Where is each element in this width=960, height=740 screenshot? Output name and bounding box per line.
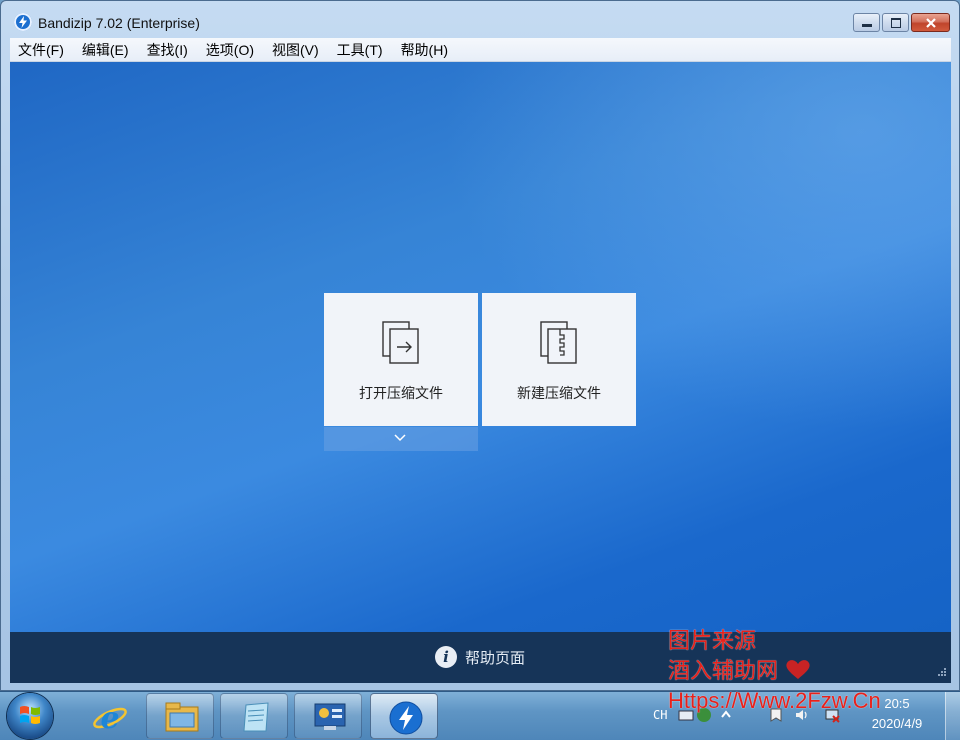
bandizip-icon: [389, 701, 423, 735]
title-bar[interactable]: Bandizip 7.02 (Enterprise): [1, 1, 959, 37]
notepad-icon: [243, 702, 269, 732]
minimize-button[interactable]: [853, 13, 880, 32]
menu-find[interactable]: 查找(I): [138, 39, 197, 61]
open-archive-label: 打开压缩文件: [359, 385, 443, 401]
close-icon: [926, 18, 936, 28]
show-desktop-button[interactable]: [945, 692, 960, 740]
svg-text:e: e: [100, 701, 119, 735]
taskbar-control-panel[interactable]: [294, 693, 362, 739]
open-archive-icon: [382, 321, 419, 364]
watermark-site-name: 酒入辅助网: [668, 658, 779, 683]
menu-help[interactable]: 帮助(H): [392, 39, 457, 61]
watermark-line-1: 图片来源: [668, 628, 757, 653]
menu-tools[interactable]: 工具(T): [328, 39, 392, 61]
minimize-icon: [862, 24, 872, 27]
close-button[interactable]: [911, 13, 950, 32]
maximize-icon: [891, 18, 901, 28]
internet-explorer-icon: e: [93, 701, 127, 735]
new-archive-button[interactable]: 新建压缩文件: [482, 293, 636, 426]
taskbar-notepad[interactable]: [220, 693, 288, 739]
maximize-button[interactable]: [882, 13, 909, 32]
taskbar-ie[interactable]: e: [74, 693, 142, 739]
clock-date: 2020/4/9: [871, 716, 923, 731]
bandizip-app-icon[interactable]: [14, 13, 32, 31]
watermark-line-3: Https://Www.2Fzw.Cn: [668, 688, 881, 713]
app-window: Bandizip 7.02 (Enterprise) 文件(F) 编辑(E) 查…: [0, 0, 960, 691]
new-archive-icon: [540, 321, 577, 364]
watermark-line-2: 酒入辅助网: [668, 656, 881, 686]
windows-logo-icon: [20, 706, 40, 724]
heart-icon: [786, 660, 810, 679]
open-options-expander[interactable]: [324, 427, 478, 451]
watermark-overlay: 图片来源 酒入辅助网 Https://Www.2Fzw.Cn: [668, 626, 881, 716]
menu-options[interactable]: 选项(O): [197, 39, 263, 61]
window-title: Bandizip 7.02 (Enterprise): [38, 15, 200, 31]
menu-bar: 文件(F) 编辑(E) 查找(I) 选项(O) 视图(V) 工具(T) 帮助(H…: [10, 38, 951, 62]
info-icon: i: [435, 646, 457, 668]
main-area: 打开压缩文件 新建压缩文件: [10, 62, 951, 632]
resize-grip-icon[interactable]: [935, 667, 947, 679]
input-language[interactable]: CH: [653, 708, 667, 722]
taskbar-explorer[interactable]: [146, 693, 214, 739]
taskbar-bandizip[interactable]: [370, 693, 438, 739]
chevron-down-icon: [394, 434, 406, 442]
help-page-link[interactable]: i 帮助页面: [435, 646, 525, 668]
help-page-label: 帮助页面: [465, 649, 526, 667]
folder-icon: [165, 702, 199, 732]
caption-buttons: [851, 13, 950, 33]
new-archive-label: 新建压缩文件: [517, 385, 601, 401]
menu-view[interactable]: 视图(V): [263, 39, 328, 61]
menu-file[interactable]: 文件(F): [10, 39, 73, 61]
menu-edit[interactable]: 编辑(E): [73, 39, 138, 61]
start-button[interactable]: [7, 693, 53, 739]
control-panel-icon: [314, 703, 346, 730]
open-archive-button[interactable]: 打开压缩文件: [324, 293, 478, 426]
